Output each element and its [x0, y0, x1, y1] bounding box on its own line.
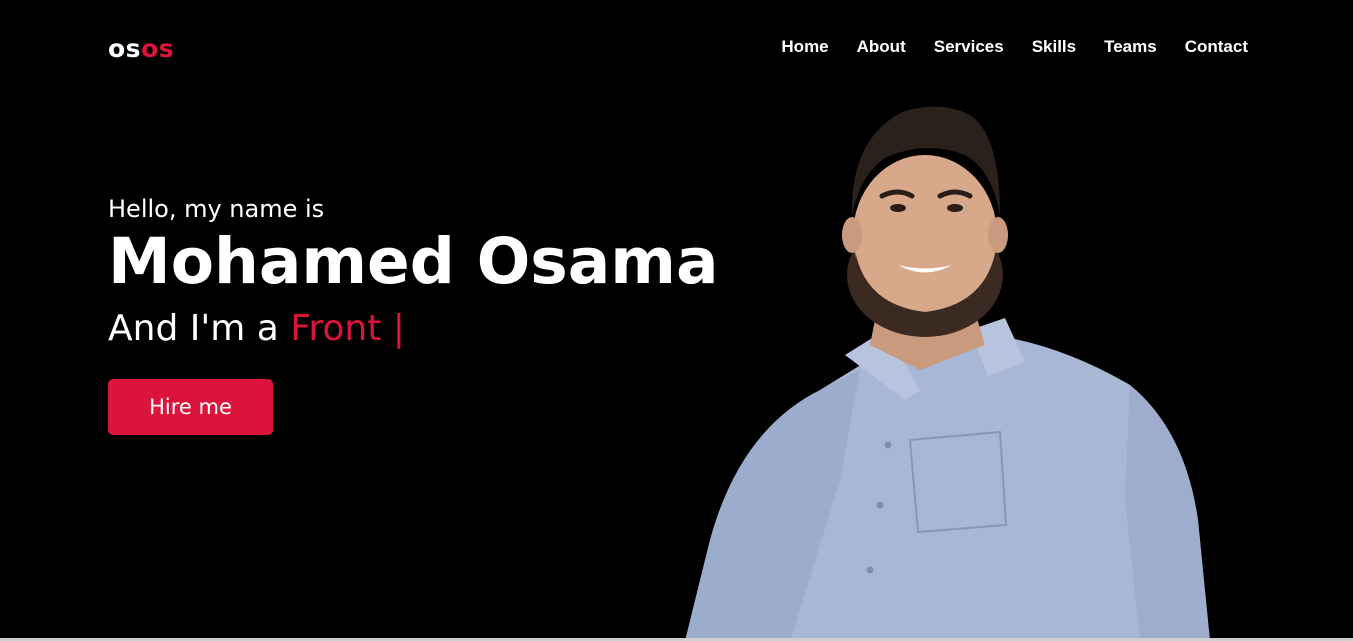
hire-me-button[interactable]: Hire me	[108, 379, 273, 435]
nav-services[interactable]: Services	[934, 36, 1004, 58]
hero-page: osos Home About Services Skills Teams Co…	[0, 0, 1353, 641]
hero-text: Hello, my name is Mohamed Osama And I'm …	[108, 193, 758, 435]
nav-about[interactable]: About	[857, 36, 906, 58]
hero-greeting: Hello, my name is	[108, 195, 325, 223]
main-nav: Home About Services Skills Teams Contact	[781, 36, 1248, 58]
portrait-photo	[685, 106, 1210, 641]
site-logo[interactable]: osos	[108, 34, 174, 64]
hero-role-typed: Front |	[290, 308, 405, 349]
nav-home[interactable]: Home	[781, 36, 828, 58]
hero-role: And I'm a Front |	[108, 305, 758, 353]
hero-name: Mohamed Osama	[108, 225, 719, 298]
nav-skills[interactable]: Skills	[1032, 36, 1076, 58]
nav-contact[interactable]: Contact	[1185, 36, 1248, 58]
hero-role-prefix: And I'm a	[108, 308, 279, 349]
logo-text-accent: os	[141, 34, 175, 63]
logo-text-primary: os	[108, 34, 142, 63]
nav-teams[interactable]: Teams	[1104, 36, 1157, 58]
